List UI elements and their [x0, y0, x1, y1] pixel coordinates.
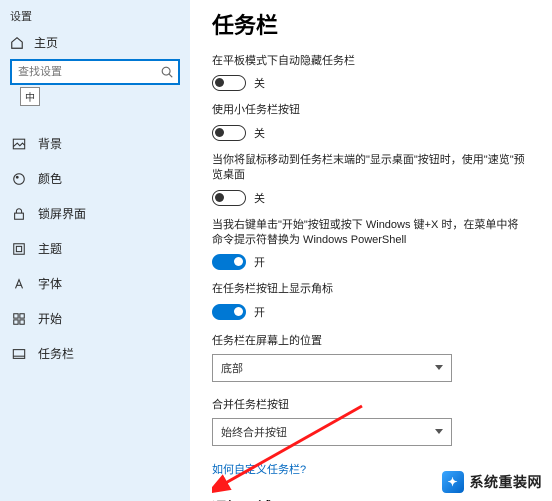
toggle-peek-desktop[interactable] — [212, 190, 246, 206]
dropdown-label-location: 任务栏在屏幕上的位置 — [212, 332, 528, 348]
lock-icon — [12, 207, 26, 221]
toggle-state-text: 开 — [254, 254, 265, 270]
setting-powershell: 当我右键单击"开始"按钮或按下 Windows 键+X 时，在菜单中将命令提示符… — [212, 218, 528, 271]
section-heading-notification: 通知区域 — [212, 497, 528, 501]
sidebar-item-taskbar[interactable]: 任务栏 — [0, 336, 190, 371]
palette-icon — [12, 172, 26, 186]
setting-label: 当我右键单击"开始"按钮或按下 Windows 键+X 时，在菜单中将命令提示符… — [212, 218, 528, 249]
theme-icon — [12, 242, 26, 256]
settings-sidebar: 设置 主页 中 背景 颜色 锁屏界面 主题 — [0, 0, 190, 501]
setting-label: 当你将鼠标移动到任务栏末端的"显示桌面"按钮时，使用"速览"预览桌面 — [212, 153, 528, 184]
sidebar-item-label: 任务栏 — [38, 345, 74, 362]
sidebar-item-colors[interactable]: 颜色 — [0, 161, 190, 196]
watermark-text: 系统重装网 — [470, 472, 543, 492]
dropdown-value: 始终合并按钮 — [221, 424, 287, 440]
sidebar-item-label: 字体 — [38, 275, 62, 292]
dropdown-combine[interactable]: 始终合并按钮 — [212, 418, 452, 446]
search-input[interactable] — [18, 66, 160, 78]
link-customize-taskbar[interactable]: 如何自定义任务栏? — [212, 461, 306, 477]
image-icon — [12, 137, 26, 151]
sidebar-item-label: 锁屏界面 — [38, 205, 86, 222]
sidebar-item-label: 主题 — [38, 240, 62, 257]
setting-label: 在平板模式下自动隐藏任务栏 — [212, 54, 528, 69]
dropdown-location[interactable]: 底部 — [212, 354, 452, 382]
watermark-logo-icon: ✦ — [442, 471, 464, 493]
sidebar-item-lockscreen[interactable]: 锁屏界面 — [0, 196, 190, 231]
dropdown-value: 底部 — [221, 360, 243, 376]
app-title: 设置 — [0, 6, 190, 28]
start-icon — [12, 312, 26, 326]
nav-list: 背景 颜色 锁屏界面 主题 字体 开始 任务栏 — [0, 126, 190, 371]
main-pane: 任务栏 在平板模式下自动隐藏任务栏 关 使用小任务栏按钮 关 当你将鼠标移动到任… — [190, 0, 552, 501]
toggle-state-text: 关 — [254, 125, 265, 141]
sidebar-item-fonts[interactable]: 字体 — [0, 266, 190, 301]
setting-tablet-autohide: 在平板模式下自动隐藏任务栏 关 — [212, 54, 528, 91]
toggle-state-text: 开 — [254, 304, 265, 320]
toggle-tablet-autohide[interactable] — [212, 75, 246, 91]
sidebar-item-start[interactable]: 开始 — [0, 301, 190, 336]
dropdown-label-combine: 合并任务栏按钮 — [212, 396, 528, 412]
toggle-state-text: 关 — [254, 75, 265, 91]
chevron-down-icon — [435, 365, 443, 370]
toggle-powershell[interactable] — [212, 254, 246, 270]
sidebar-item-background[interactable]: 背景 — [0, 126, 190, 161]
taskbar-icon — [12, 347, 26, 361]
nav-home-label: 主页 — [34, 34, 58, 51]
search-box[interactable] — [10, 59, 180, 85]
setting-peek-desktop: 当你将鼠标移动到任务栏末端的"显示桌面"按钮时，使用"速览"预览桌面 关 — [212, 153, 528, 206]
watermark: ✦ 系统重装网 — [438, 469, 547, 495]
toggle-badges[interactable] — [212, 304, 246, 320]
setting-badges: 在任务栏按钮上显示角标 开 — [212, 282, 528, 319]
setting-label: 使用小任务栏按钮 — [212, 103, 528, 118]
search-icon — [160, 65, 174, 79]
nav-home[interactable]: 主页 — [0, 28, 190, 59]
sidebar-item-themes[interactable]: 主题 — [0, 231, 190, 266]
home-icon — [10, 36, 24, 50]
font-icon — [12, 277, 26, 291]
page-title: 任务栏 — [212, 8, 528, 40]
sidebar-item-label: 开始 — [38, 310, 62, 327]
toggle-small-buttons[interactable] — [212, 125, 246, 141]
toggle-state-text: 关 — [254, 190, 265, 206]
setting-small-buttons: 使用小任务栏按钮 关 — [212, 103, 528, 140]
sidebar-item-label: 颜色 — [38, 170, 62, 187]
setting-label: 在任务栏按钮上显示角标 — [212, 282, 528, 297]
ime-badge: 中 — [20, 87, 40, 106]
sidebar-item-label: 背景 — [38, 135, 62, 152]
chevron-down-icon — [435, 429, 443, 434]
